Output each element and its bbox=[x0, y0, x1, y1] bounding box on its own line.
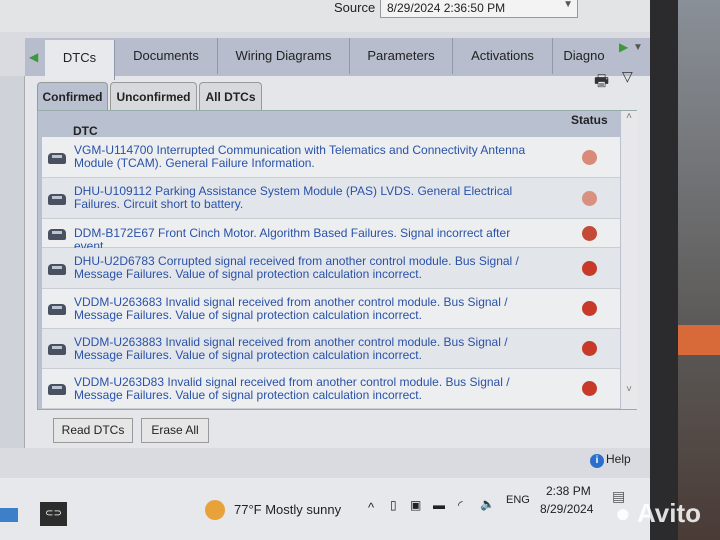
screen-record-icon[interactable]: ▣ bbox=[410, 498, 421, 512]
chevron-up-icon[interactable]: ^ bbox=[368, 500, 374, 515]
info-icon: i bbox=[590, 454, 604, 468]
source-label: Source bbox=[334, 0, 376, 15]
table-row[interactable]: VGM-U114700 Interrupted Communication wi… bbox=[42, 137, 620, 178]
table-row[interactable]: DHU-U109112 Parking Assistance System Mo… bbox=[42, 178, 620, 219]
subtab-all-dtcs[interactable]: All DTCs bbox=[199, 82, 262, 110]
scrollbar[interactable]: ˄ ˅ bbox=[621, 111, 637, 409]
weather-icon bbox=[205, 500, 225, 520]
status-indicator bbox=[582, 341, 597, 356]
tab-activations[interactable]: Activations bbox=[453, 38, 553, 74]
read-dtcs-button[interactable]: Read DTCs bbox=[53, 418, 133, 443]
vehicle-icon bbox=[48, 193, 66, 205]
scroll-right-icon[interactable]: ▶ bbox=[619, 40, 628, 54]
watermark-text: Avito bbox=[636, 498, 702, 528]
scroll-left-icon[interactable]: ◀ bbox=[29, 50, 38, 64]
column-status[interactable]: Status bbox=[571, 113, 608, 127]
subtab-confirmed[interactable]: Confirmed bbox=[37, 82, 108, 112]
vehicle-icon bbox=[48, 304, 66, 315]
mail-icon[interactable] bbox=[0, 508, 18, 522]
status-indicator bbox=[582, 190, 597, 206]
vehicle-icon bbox=[48, 152, 66, 164]
filter-icon[interactable]: ▽ bbox=[622, 68, 633, 85]
left-panel bbox=[0, 76, 25, 448]
status-indicator bbox=[582, 260, 597, 276]
dtc-description: VGM-U114700 Interrupted Communication wi… bbox=[74, 143, 526, 170]
vehicle-icon bbox=[48, 228, 66, 240]
app-icon[interactable]: ⊂⊃ bbox=[40, 502, 67, 526]
taskbar: ⊂⊃ 77°F Mostly sunny ^ ▯ ▣ ▬ ◜ 🔈 ENG 2:3… bbox=[0, 478, 650, 540]
table-row[interactable]: VDDM-U263D83 Invalid signal received fro… bbox=[42, 369, 620, 409]
tab-bar: ◀ DTCs Documents Wiring Diagrams Paramet… bbox=[25, 38, 650, 80]
laptop-bezel bbox=[650, 0, 678, 540]
vehicle-icon bbox=[48, 384, 66, 395]
volume-icon[interactable]: 🔈 bbox=[480, 497, 495, 511]
source-dropdown[interactable]: 8/29/2024 2:36:50 PM ▼ bbox=[380, 0, 578, 18]
tab-documents[interactable]: Documents bbox=[115, 38, 218, 74]
weather-text[interactable]: 77°F Mostly sunny bbox=[234, 502, 341, 517]
camera-icon[interactable]: ▯ bbox=[390, 498, 397, 512]
chevron-down-icon: ▼ bbox=[563, 0, 573, 10]
wifi-icon[interactable]: ◜ bbox=[458, 498, 463, 512]
status-indicator bbox=[582, 149, 597, 165]
vehicle-icon bbox=[48, 344, 66, 355]
dtc-description: DHU-U109112 Parking Assistance System Mo… bbox=[74, 184, 513, 211]
table-row[interactable]: VDDM-U263883 Invalid signal received fro… bbox=[42, 329, 620, 369]
tab-diagnostics[interactable]: Diagno bbox=[553, 38, 615, 74]
background bbox=[678, 0, 720, 540]
language-indicator[interactable]: ENG bbox=[506, 494, 530, 506]
background-object bbox=[678, 325, 720, 355]
dtc-description: DHU-U2D6783 Corrupted signal received fr… bbox=[74, 254, 519, 281]
dtc-description: VDDM-U263D83 Invalid signal received fro… bbox=[74, 375, 510, 402]
status-indicator bbox=[582, 225, 597, 241]
table-header: DTC Status bbox=[38, 111, 621, 138]
source-value: 8/29/2024 2:36:50 PM bbox=[387, 1, 506, 15]
table-row[interactable]: DDM-B172E67 Front Cinch Motor. Algorithm… bbox=[42, 219, 620, 253]
battery-icon[interactable]: ▬ bbox=[433, 498, 445, 512]
table-row[interactable]: DHU-U2D6783 Corrupted signal received fr… bbox=[42, 248, 620, 289]
vehicle-icon bbox=[48, 263, 66, 275]
tab-dtcs[interactable]: DTCs bbox=[45, 40, 115, 80]
help-label: Help bbox=[606, 452, 631, 466]
scroll-down-icon[interactable]: ˅ bbox=[621, 384, 637, 395]
status-indicator bbox=[582, 301, 597, 316]
erase-all-button[interactable]: Erase All bbox=[141, 418, 209, 443]
help-button[interactable]: i Help bbox=[590, 452, 631, 468]
tab-parameters[interactable]: Parameters bbox=[350, 38, 453, 74]
dtc-description: VDDM-U263683 Invalid signal received fro… bbox=[74, 295, 508, 322]
status-indicator bbox=[582, 381, 597, 396]
print-icon[interactable]: 🖶 bbox=[594, 70, 609, 97]
avito-watermark: ● Avito bbox=[615, 498, 702, 528]
column-dtc[interactable]: DTC bbox=[73, 124, 98, 138]
tab-wiring-diagrams[interactable]: Wiring Diagrams bbox=[218, 38, 350, 74]
clock-time[interactable]: 2:38 PM bbox=[546, 484, 591, 498]
dtc-description: VDDM-U263883 Invalid signal received fro… bbox=[74, 335, 508, 362]
subtab-unconfirmed[interactable]: Unconfirmed bbox=[110, 82, 197, 110]
clock-date[interactable]: 8/29/2024 bbox=[540, 502, 593, 516]
tabs-menu-icon[interactable]: ▼ bbox=[633, 42, 643, 53]
dtc-table: DTC Status VGM-U114700 Interrupted Commu… bbox=[37, 110, 637, 410]
table-row[interactable]: VDDM-U263683 Invalid signal received fro… bbox=[42, 289, 620, 329]
scroll-up-icon[interactable]: ˄ bbox=[621, 111, 637, 122]
